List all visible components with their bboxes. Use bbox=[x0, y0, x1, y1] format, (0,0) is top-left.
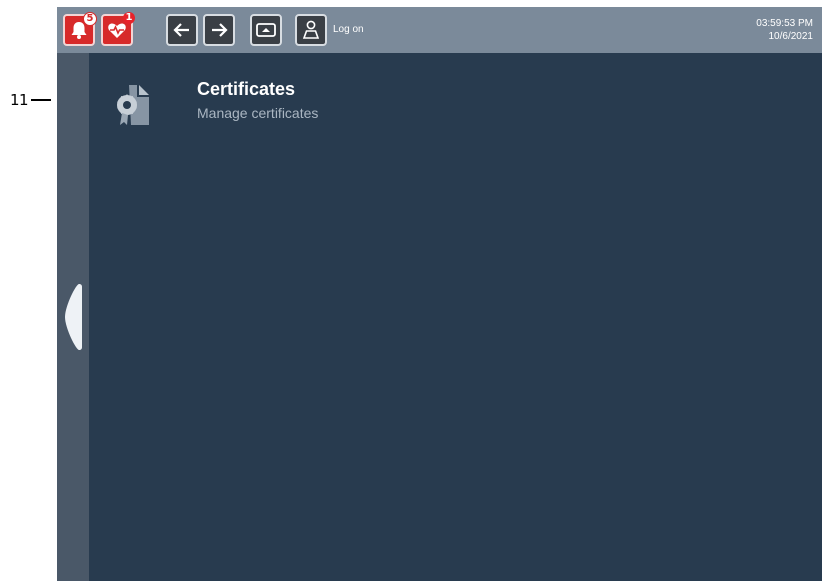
forward-button[interactable] bbox=[203, 14, 235, 46]
item-subtitle: Manage certificates bbox=[197, 105, 319, 121]
alarms-button[interactable]: 5 bbox=[63, 12, 97, 46]
callout-number: 11 bbox=[10, 91, 29, 109]
sidebar bbox=[57, 53, 89, 581]
system-health-button[interactable]: 1 bbox=[101, 12, 135, 46]
back-button[interactable] bbox=[166, 14, 198, 46]
top-toolbar: 5 1 Log on 03:59:53 PM 10/6/2021 bbox=[57, 7, 822, 53]
alarm-count-badge: 5 bbox=[83, 12, 97, 26]
item-title: Certificates bbox=[197, 79, 296, 99]
health-count-badge: 1 bbox=[123, 12, 135, 24]
certificates-item[interactable]: Certificates Manage certificates bbox=[109, 75, 409, 135]
clock: 03:59:53 PM 10/6/2021 bbox=[756, 17, 813, 43]
keyboard-icon bbox=[256, 23, 276, 37]
callout-11: 11 bbox=[10, 91, 52, 109]
logon-label[interactable]: Log on bbox=[333, 24, 364, 35]
clock-date: 10/6/2021 bbox=[768, 31, 814, 42]
hmi-screen: 5 1 Log on 03:59:53 PM 10/6/2021 Certifi… bbox=[57, 7, 822, 581]
sidebar-expand-tab[interactable] bbox=[63, 281, 83, 353]
clock-time: 03:59:53 PM bbox=[756, 18, 813, 29]
keyboard-button[interactable] bbox=[250, 14, 282, 46]
arrow-right-icon bbox=[212, 23, 228, 37]
logon-button[interactable] bbox=[295, 14, 327, 46]
certificate-icon bbox=[117, 85, 149, 125]
callout-line bbox=[31, 99, 52, 101]
arrow-left-icon bbox=[173, 23, 189, 37]
user-icon bbox=[302, 20, 320, 39]
